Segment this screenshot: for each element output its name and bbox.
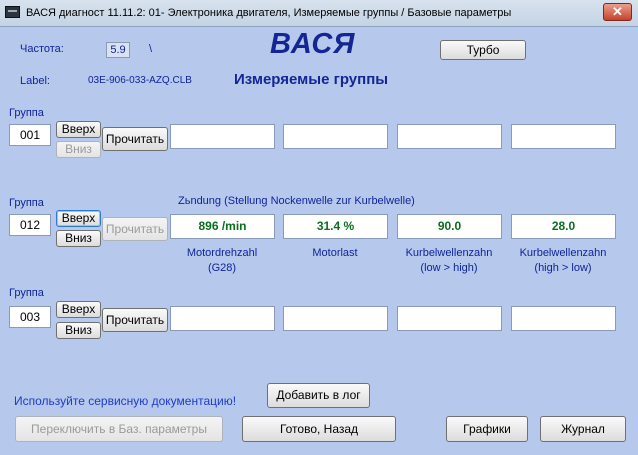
- group-1-up-button[interactable]: Вверх: [56, 121, 101, 138]
- group-2-read-button[interactable]: Прочитать: [102, 217, 168, 241]
- group-3-field-4: [511, 306, 616, 331]
- group-2-value-3: 90.0: [397, 214, 502, 239]
- group-3-field-3: [397, 306, 502, 331]
- group-2-down-button[interactable]: Вниз: [56, 230, 101, 247]
- group-3-up-button[interactable]: Вверх: [56, 301, 101, 318]
- add-to-log-button[interactable]: Добавить в лог: [267, 383, 370, 408]
- switch-basic-params-button[interactable]: Переключить в Баз. параметры: [15, 416, 223, 442]
- group-3-field-2: [283, 306, 388, 331]
- group-2-value-2: 31.4 %: [283, 214, 388, 239]
- group-2-caption: Группа: [9, 197, 44, 209]
- group-1-caption: Группа: [9, 107, 44, 119]
- group-3-field-1: [170, 306, 275, 331]
- group-3-number-input[interactable]: 003: [9, 306, 51, 328]
- group-2-unit-3: Kurbelwellenzahn (low > high): [405, 247, 493, 274]
- group-1-field-3: [397, 124, 502, 149]
- group-2-value-1: 896 /min: [170, 214, 275, 239]
- close-button[interactable]: ✕: [603, 3, 632, 21]
- group-3-down-button[interactable]: Вниз: [56, 322, 101, 339]
- group-2-unit-4: Kurbelwellenzahn (high > low): [519, 247, 607, 274]
- group-1-field-2: [283, 124, 388, 149]
- app-icon: [5, 6, 20, 18]
- title-bar: ВАСЯ диагност 11.11.2: 01- Электроника д…: [0, 0, 638, 27]
- group-1-down-button[interactable]: Вниз: [56, 141, 101, 158]
- window-title: ВАСЯ диагност 11.11.2: 01- Электроника д…: [26, 7, 512, 19]
- frequency-suffix: \: [149, 43, 153, 55]
- group-2-unit-1: Motordrehzahl (G28): [186, 247, 258, 274]
- app-logo: ВАСЯ: [270, 28, 356, 60]
- group-2-description: Zьndung (Stellung Nockenwelle zur Kurbel…: [178, 195, 415, 207]
- service-doc-hint: Используйте сервисную документацию!: [14, 394, 237, 408]
- group-1-field-4: [511, 124, 616, 149]
- graphs-button[interactable]: Графики: [446, 416, 528, 442]
- turbo-button[interactable]: Турбо: [440, 40, 526, 60]
- group-2-value-4: 28.0: [511, 214, 616, 239]
- group-1-field-1: [170, 124, 275, 149]
- done-back-button[interactable]: Готово, Назад: [242, 416, 396, 442]
- group-2-number-input[interactable]: 012: [9, 214, 51, 236]
- label-caption: Label:: [20, 75, 50, 87]
- frequency-value: 5.9: [106, 42, 130, 58]
- group-3-caption: Группа: [9, 287, 44, 299]
- group-1-number-input[interactable]: 001: [9, 124, 51, 146]
- page-title: Измеряемые группы: [234, 71, 389, 88]
- label-file: 03E-906-033-AZQ.CLB: [88, 75, 192, 86]
- journal-button[interactable]: Журнал: [540, 416, 626, 442]
- group-2-up-button[interactable]: Вверх: [56, 210, 101, 227]
- frequency-label: Частота:: [20, 43, 64, 55]
- group-2-unit-2: Motorlast: [312, 247, 358, 259]
- group-1-read-button[interactable]: Прочитать: [102, 127, 168, 151]
- group-3-read-button[interactable]: Прочитать: [102, 308, 168, 332]
